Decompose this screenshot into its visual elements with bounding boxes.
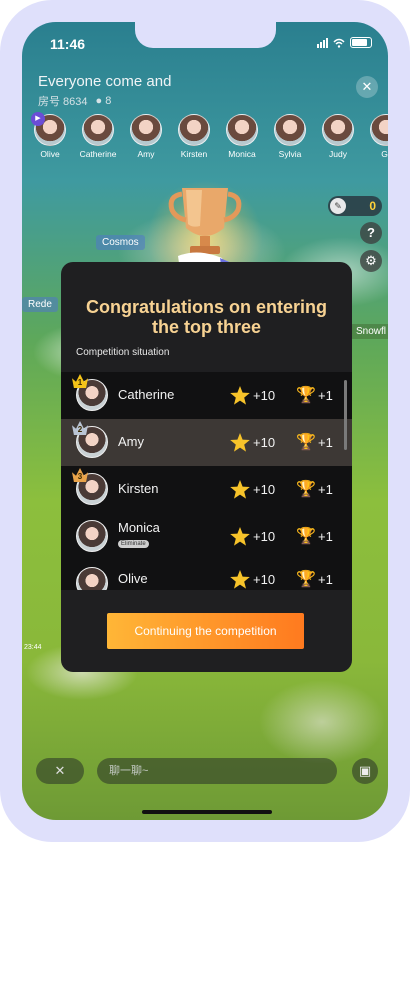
avatar <box>274 114 306 146</box>
modal-title: Congratulations on entering the top thre… <box>86 297 327 337</box>
signal-icon <box>317 37 328 48</box>
star-score: +10 <box>253 388 276 403</box>
star-score: +10 <box>253 435 276 450</box>
pen-counter-button[interactable]: ✎ 0 <box>328 196 382 216</box>
settings-button[interactable]: ⚙ <box>360 250 382 272</box>
status-icons <box>317 37 372 48</box>
star-icon <box>230 570 250 589</box>
player-name: Monica <box>118 520 160 535</box>
avatar <box>130 114 162 146</box>
trophy-icon: 🏆 <box>296 434 316 451</box>
side-controls: ✎ 0 ? ⚙ <box>328 196 382 272</box>
avatar <box>226 114 258 146</box>
ranking-row: 3 Kirsten +10 🏆 +1 <box>61 466 352 513</box>
help-button[interactable]: ? <box>360 222 382 244</box>
ranking-row: Monica Eliminate +10 🏆 +1 <box>61 513 352 560</box>
player-item[interactable]: Sylvia <box>274 114 306 159</box>
avatar <box>178 114 210 146</box>
ranking-list[interactable]: 1 Catherine +10 🏆 +1 2 Amy +10 🏆 +1 3 Ki… <box>61 372 352 590</box>
player-item[interactable]: Gr <box>370 114 388 159</box>
rank-crown-icon: 2 <box>72 421 88 435</box>
mic-off-button[interactable]: ✕ <box>36 758 84 784</box>
player-name: Catherine <box>118 387 175 402</box>
map-label: Cosmos <box>96 235 145 250</box>
star-icon <box>230 527 250 546</box>
player-item[interactable]: ▶ Olive <box>31 112 66 159</box>
player-item[interactable]: Kirsten <box>178 114 210 159</box>
person-icon: ● <box>95 95 103 107</box>
player-name: Amy <box>118 434 144 449</box>
status-time: 11:46 <box>50 36 86 52</box>
gift-button[interactable]: ▣ <box>352 758 378 784</box>
continue-competition-button[interactable]: Continuing the competition <box>107 613 304 649</box>
trophy-icon: 🏆 <box>296 528 316 545</box>
star-icon <box>230 386 250 405</box>
player-item[interactable]: Judy <box>322 114 354 159</box>
pen-icon: ✎ <box>330 198 346 214</box>
star-score: +10 <box>253 529 276 544</box>
members-count: ● 8 <box>95 95 112 107</box>
notch <box>135 22 276 48</box>
exit-room-button[interactable]: ✕ <box>356 76 378 98</box>
player-list: ▶ Olive Catherine Amy Kirsten Monica Sylv… <box>31 112 388 159</box>
section-label: Competition situation <box>76 347 170 358</box>
room-title: Everyone come and <box>38 73 172 90</box>
avatar <box>322 114 354 146</box>
ranking-row: 2 Amy +10 🏆 +1 <box>61 419 352 466</box>
avatar <box>370 114 388 146</box>
wifi-icon <box>333 38 345 48</box>
list-scrollbar[interactable] <box>344 380 347 450</box>
star-score: +10 <box>253 482 276 497</box>
chat-input[interactable]: 聊一聊~ <box>97 758 337 784</box>
bottom-bar: ✕ 聊一聊~ ▣ <box>36 758 378 786</box>
trophy-score: +1 <box>318 388 333 403</box>
ranking-row: 1 Catherine +10 🏆 +1 <box>61 372 352 419</box>
battery-icon <box>350 37 372 48</box>
player-item[interactable]: Amy <box>130 114 162 159</box>
star-icon <box>230 480 250 499</box>
avatar <box>82 114 114 146</box>
player-name: Olive <box>118 571 148 586</box>
rank-crown-icon: 1 <box>72 374 88 388</box>
trophy-score: +1 <box>318 572 333 587</box>
trophy-score: +1 <box>318 435 333 450</box>
trophy-icon: 🏆 <box>296 387 316 404</box>
map-timestamp: 23:44 <box>24 644 42 651</box>
map-label: Rede <box>22 297 58 312</box>
avatar <box>76 567 108 590</box>
player-item[interactable]: Catherine <box>80 114 116 159</box>
home-indicator <box>142 810 272 814</box>
player-name: Kirsten <box>118 481 159 496</box>
map-label: Snowfl <box>350 324 388 339</box>
avatar: ▶ <box>31 112 66 146</box>
player-item[interactable]: Monica <box>226 114 258 159</box>
room-id: 房号 8634 <box>38 96 88 108</box>
star-icon <box>230 433 250 452</box>
trophy-score: +1 <box>318 529 333 544</box>
congrats-modal: Congratulations on entering the top thre… <box>61 262 352 672</box>
ranking-row: Olive +10 🏆 +1 <box>61 560 352 590</box>
play-icon: ▶ <box>31 112 45 126</box>
trophy-icon: 🏆 <box>296 481 316 498</box>
trophy-icon: 🏆 <box>296 571 316 588</box>
avatar <box>76 520 108 552</box>
trophy-score: +1 <box>318 482 333 497</box>
star-score: +10 <box>253 572 276 587</box>
rank-crown-icon: 3 <box>72 468 88 482</box>
eliminated-badge: Eliminate <box>118 540 149 548</box>
room-meta: 房号 8634 ● 8 <box>38 93 111 109</box>
